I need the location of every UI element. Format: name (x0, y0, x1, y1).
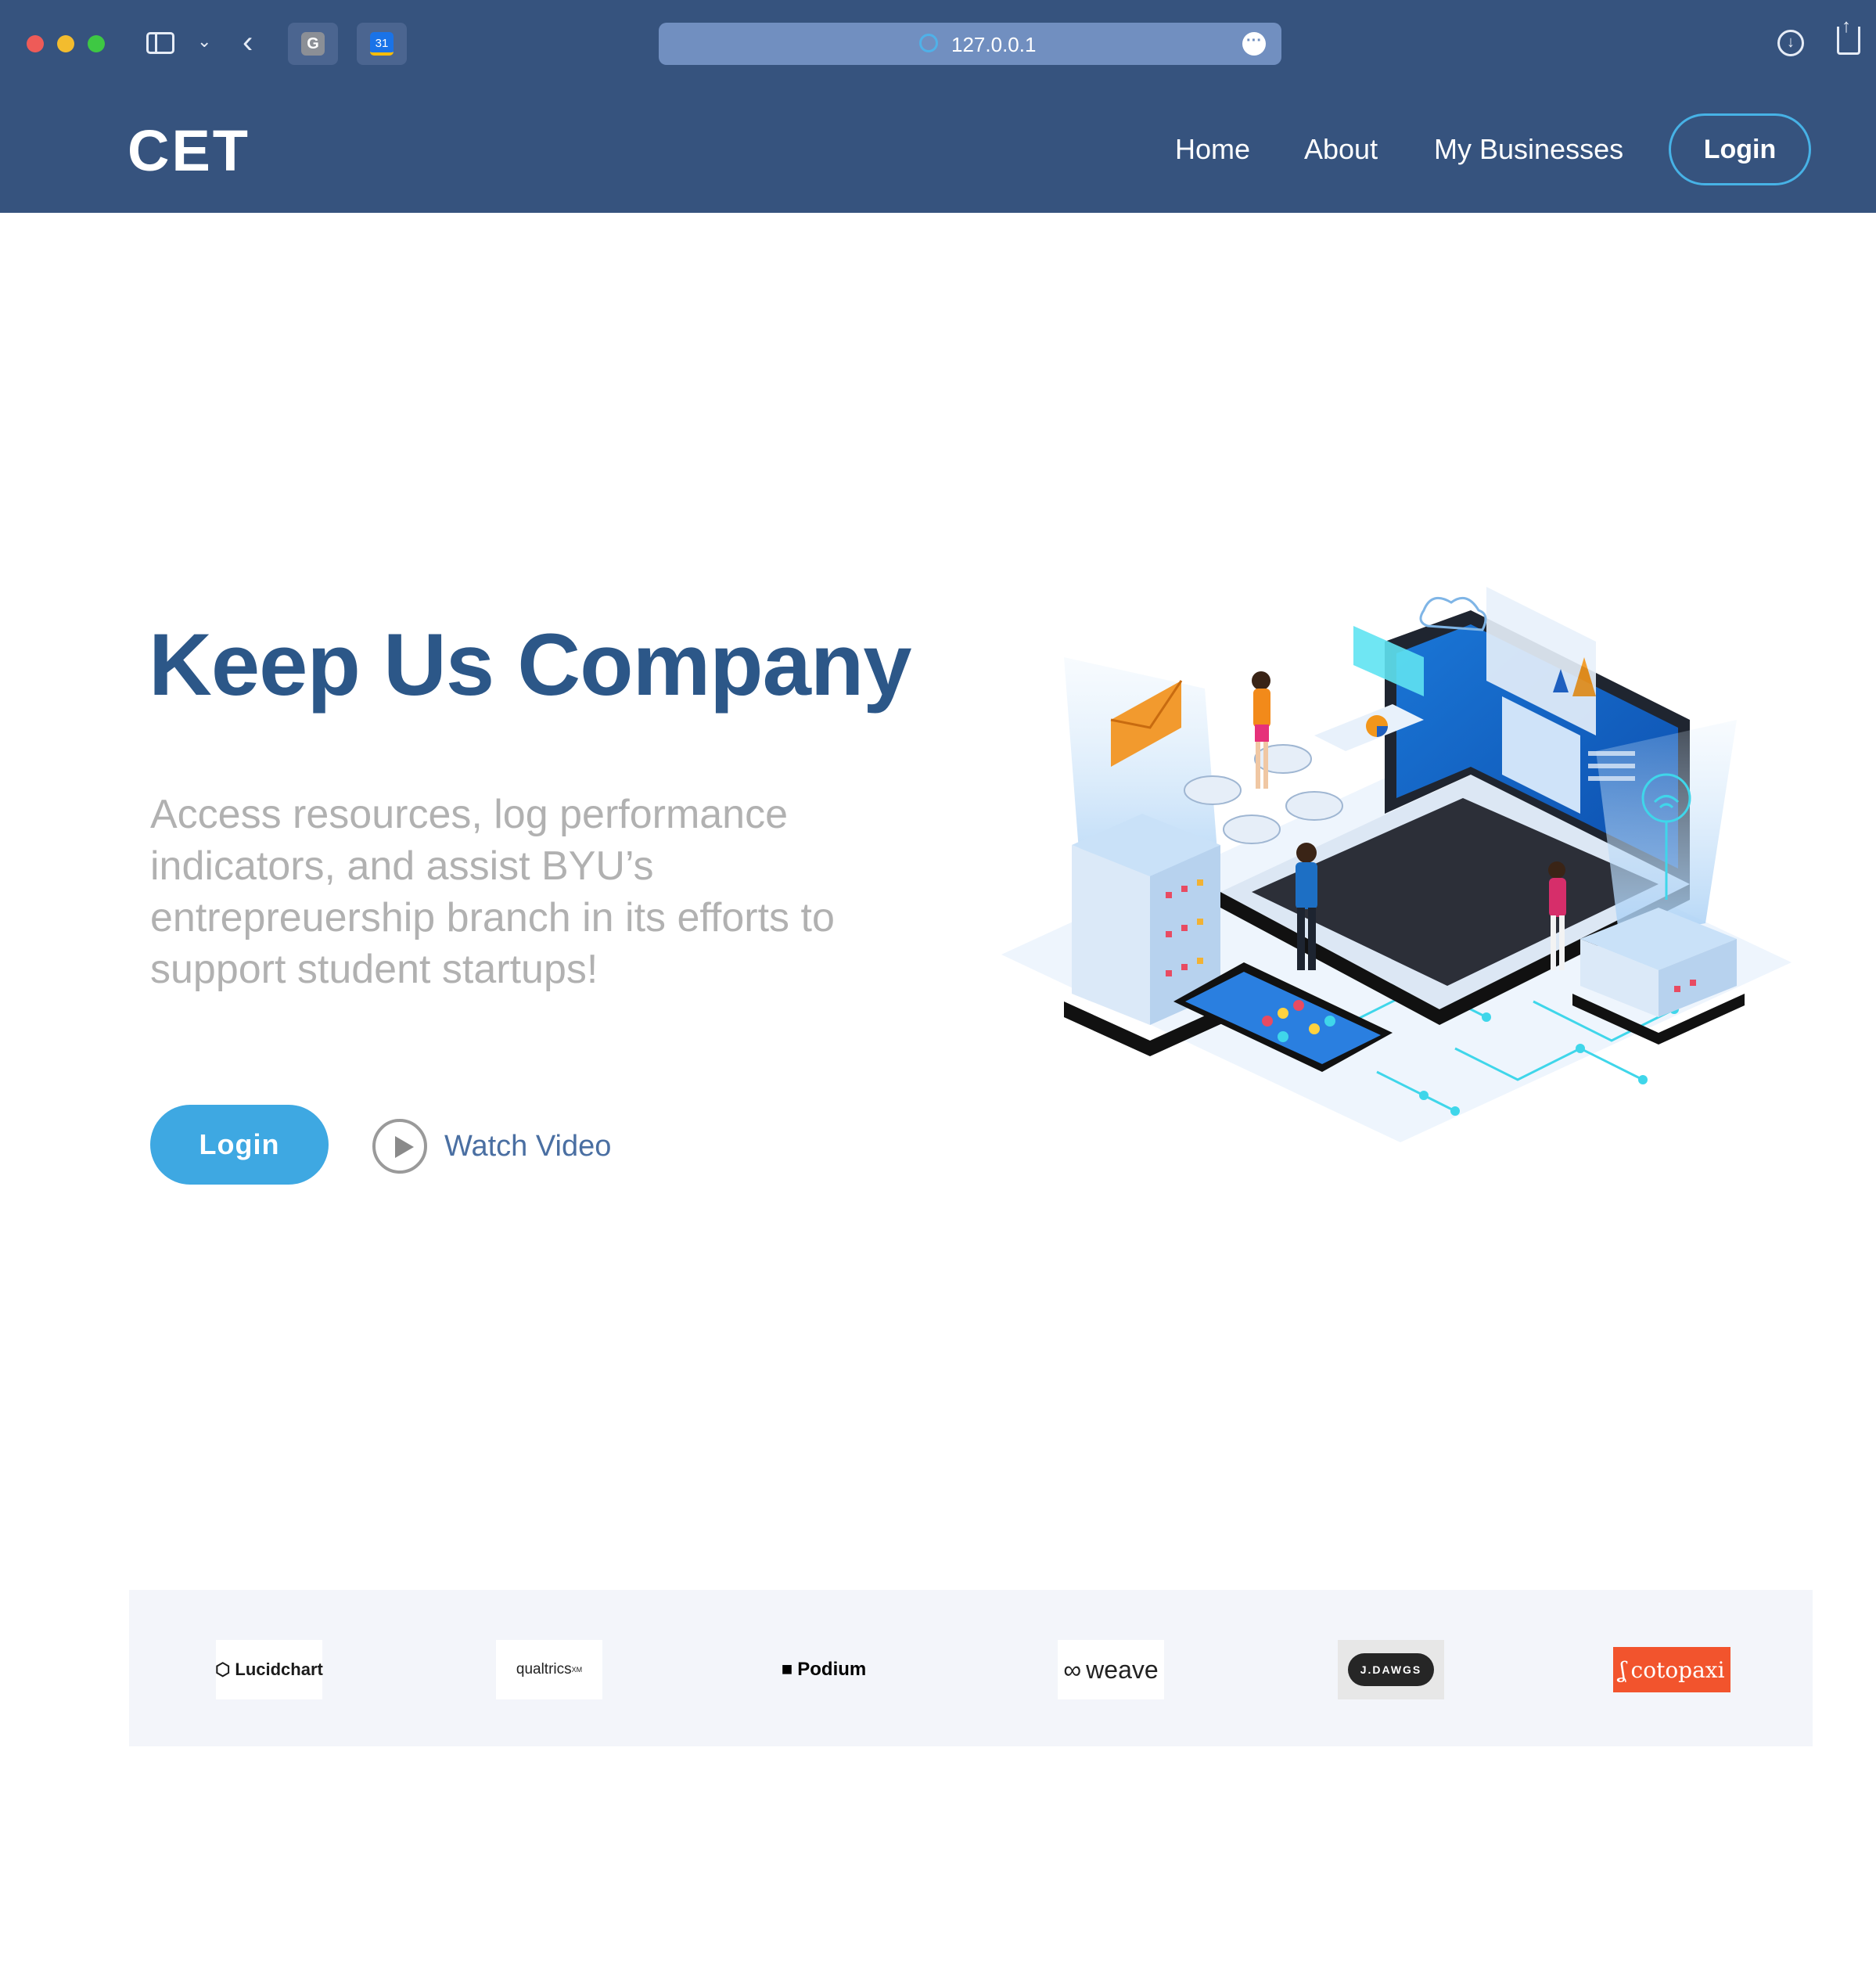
hero-login-button[interactable]: Login (150, 1105, 329, 1185)
pinned-tab-calendar[interactable]: 31 (357, 23, 407, 65)
g-tab-icon: G (301, 32, 325, 56)
hero-description: Access resources, log performance indica… (150, 792, 835, 992)
chevron-down-icon[interactable]: ⌄ (197, 31, 211, 52)
share-icon[interactable] (1837, 16, 1860, 55)
close-window-button[interactable] (27, 35, 44, 52)
site-logo[interactable]: CET (128, 117, 250, 184)
woman-figure-left (1252, 671, 1270, 789)
nav-my-businesses-link[interactable]: My Businesses (1434, 133, 1623, 166)
minimize-window-button[interactable] (57, 35, 74, 52)
podium-label: Podium (797, 1659, 867, 1680)
downloads-icon[interactable]: ↓ (1777, 30, 1804, 56)
nav-about-link[interactable]: About (1304, 133, 1378, 166)
address-bar[interactable]: 127.0.0.1 ··· (659, 23, 1281, 65)
browser-toolbar: ⌄ ‹ G 31 127.0.0.1 ··· ↓ (0, 0, 1876, 88)
jdawgs-logo: J.DAWGS (1338, 1640, 1444, 1699)
sidebar-icon[interactable] (146, 32, 174, 54)
lucidchart-label: Lucidchart (235, 1660, 323, 1679)
cotopaxi-logo: ʆ cotopaxi (1613, 1647, 1730, 1692)
watch-video-label: Watch Video (444, 1129, 612, 1163)
maximize-window-button[interactable] (88, 35, 105, 52)
llama-icon: ʆ (1619, 1656, 1626, 1683)
url-text: 127.0.0.1 (951, 33, 1037, 56)
weave-logo: ∞ weave (1058, 1640, 1164, 1699)
left-server-rack (1064, 814, 1236, 1056)
watch-video-link[interactable]: Watch Video (372, 1117, 611, 1176)
more-options-icon[interactable]: ··· (1242, 32, 1266, 56)
qualtrics-label: qualtrics (516, 1661, 572, 1678)
jdawgs-label: J.DAWGS (1348, 1653, 1434, 1686)
podium-mark-icon: ■ (781, 1659, 793, 1680)
lucidchart-mark-icon: ⬡ (215, 1660, 231, 1679)
lucidchart-logo: ⬡ Lucidchart (215, 1640, 323, 1699)
weave-infinity-icon: ∞ (1063, 1655, 1082, 1684)
pinned-tab-g[interactable]: G (288, 23, 338, 65)
site-info-icon[interactable] (919, 34, 938, 52)
podium-logo: ■ Podium (771, 1640, 877, 1699)
back-arrow-icon[interactable]: ‹ (243, 23, 253, 61)
cotopaxi-label: cotopaxi (1630, 1656, 1725, 1683)
calendar-tab-icon: 31 (370, 32, 394, 56)
site-header: CET Home About My Businesses Login (0, 88, 1876, 213)
qualtrics-logo: qualtrics XM (496, 1640, 602, 1699)
header-login-button[interactable]: Login (1669, 113, 1811, 185)
nav-home-link[interactable]: Home (1175, 133, 1250, 166)
hero-illustration (1001, 587, 1792, 1142)
client-logos-strip: ⬡ Lucidchart qualtrics XM ■ Podium ∞ wea… (129, 1590, 1813, 1746)
qualtrics-xm-mark: XM (571, 1666, 583, 1674)
play-icon (372, 1119, 427, 1174)
hero-title: Keep Us Company (149, 616, 912, 714)
weave-label: weave (1086, 1655, 1159, 1684)
